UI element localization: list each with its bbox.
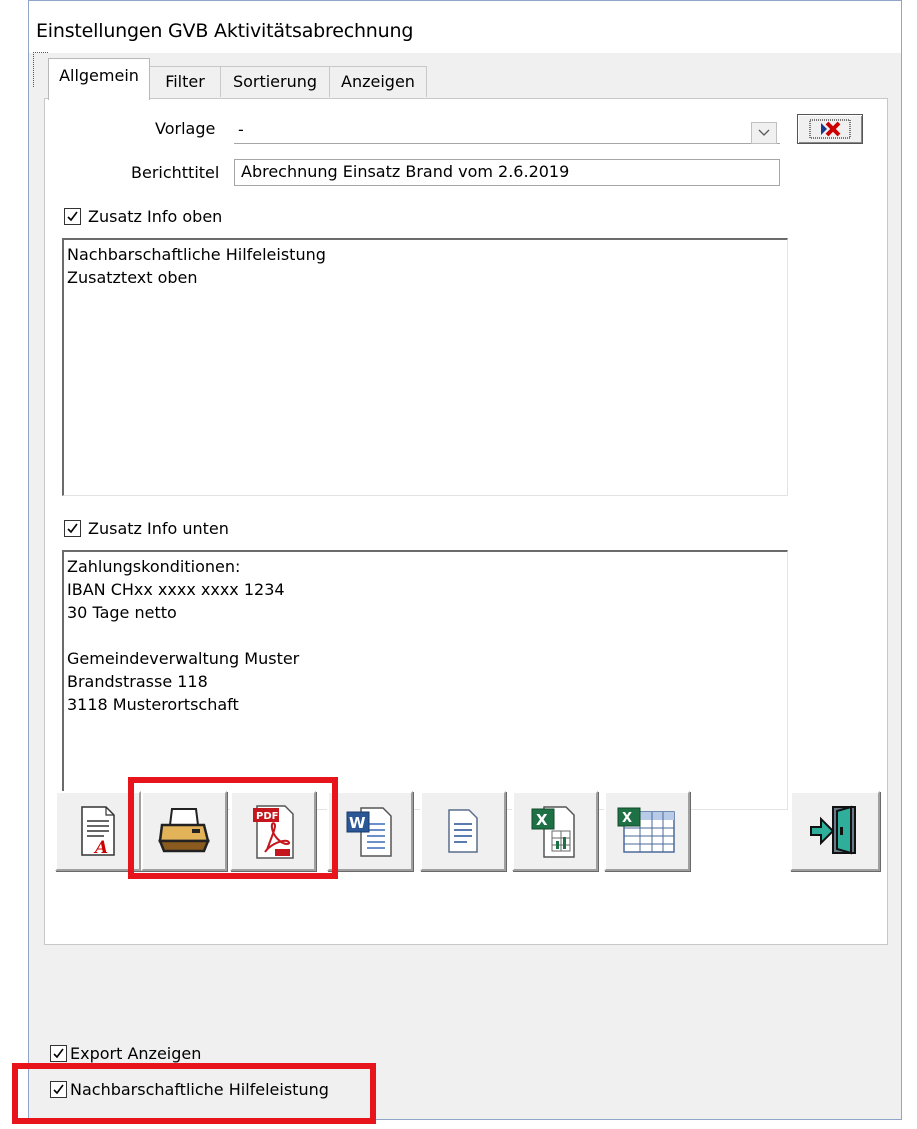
delete-template-button[interactable]	[797, 114, 863, 144]
memo-line	[67, 624, 787, 647]
vorlage-dropdown-button[interactable]	[751, 122, 777, 144]
spreadsheet-icon: X	[617, 807, 675, 853]
berichttitel-input[interactable]: Abrechnung Einsatz Brand vom 2.6.2019	[234, 159, 780, 186]
berichttitel-label: Berichttitel	[131, 163, 220, 182]
check-icon	[67, 211, 78, 222]
text-document-icon	[448, 809, 478, 853]
window-title: Einstellungen GVB Aktivitätsabrechnung	[36, 20, 414, 42]
memo-line: Nachbarschaftliche Hilfeleistung	[67, 245, 326, 264]
tab-sortierung[interactable]: Sortierung	[220, 66, 330, 97]
word-icon: W	[346, 807, 392, 857]
memo-line: Gemeindeverwaltung Muster	[67, 649, 300, 668]
highlight-box-checkbox	[12, 1063, 376, 1124]
svg-text:W: W	[349, 814, 366, 832]
exit-door-icon	[810, 805, 856, 855]
zusatz-oben-checkbox[interactable]	[64, 208, 81, 225]
memo-line: Zahlungskonditionen:	[67, 557, 241, 576]
svg-text:X: X	[622, 811, 632, 826]
memo-line: 30 Tage netto	[67, 603, 177, 622]
zusatz-unten-textarea[interactable]: Zahlungskonditionen: IBAN CHxx xxxx xxxx…	[62, 550, 788, 810]
tab-anzeigen[interactable]: Anzeigen	[329, 66, 427, 97]
export-anzeigen-label: Export Anzeigen	[70, 1044, 202, 1063]
vorlage-combobox[interactable]: -	[234, 119, 780, 144]
export-anzeigen-checkbox[interactable]	[50, 1045, 67, 1062]
check-icon	[53, 1048, 64, 1059]
vorlage-label: Vorlage	[155, 119, 216, 138]
memo-line: Brandstrasse 118	[67, 672, 208, 691]
excel-export-button[interactable]: X	[512, 791, 598, 871]
check-icon	[67, 523, 78, 534]
memo-line: Zusatztext oben	[67, 268, 198, 287]
zusatz-oben-textarea[interactable]: Nachbarschaftliche Hilfeleistung Zusatzt…	[62, 238, 788, 496]
delete-icon	[809, 119, 851, 139]
zusatz-oben-label: Zusatz Info oben	[88, 207, 223, 226]
text-export-button[interactable]	[420, 791, 506, 871]
excel-icon: X	[531, 806, 575, 858]
report-preview-icon: A	[81, 806, 115, 858]
zusatz-unten-checkbox[interactable]	[64, 520, 81, 537]
svg-text:X: X	[536, 811, 548, 829]
focus-indicator	[33, 52, 48, 87]
spreadsheet-export-button[interactable]: X	[604, 791, 690, 871]
highlight-box-print-pdf	[128, 777, 338, 879]
word-export-button[interactable]: W	[327, 791, 413, 871]
exit-button[interactable]	[790, 791, 880, 871]
svg-text:A: A	[93, 838, 108, 858]
chevron-down-icon	[758, 129, 770, 136]
memo-line: IBAN CHxx xxxx xxxx 1234	[67, 580, 285, 599]
tab-filter[interactable]: Filter	[149, 66, 221, 97]
memo-line: 3118 Musterortschaft	[67, 695, 239, 714]
tab-allgemein[interactable]: Allgemein	[48, 58, 150, 100]
vorlage-value: -	[238, 120, 244, 139]
zusatz-unten-label: Zusatz Info unten	[88, 519, 229, 538]
